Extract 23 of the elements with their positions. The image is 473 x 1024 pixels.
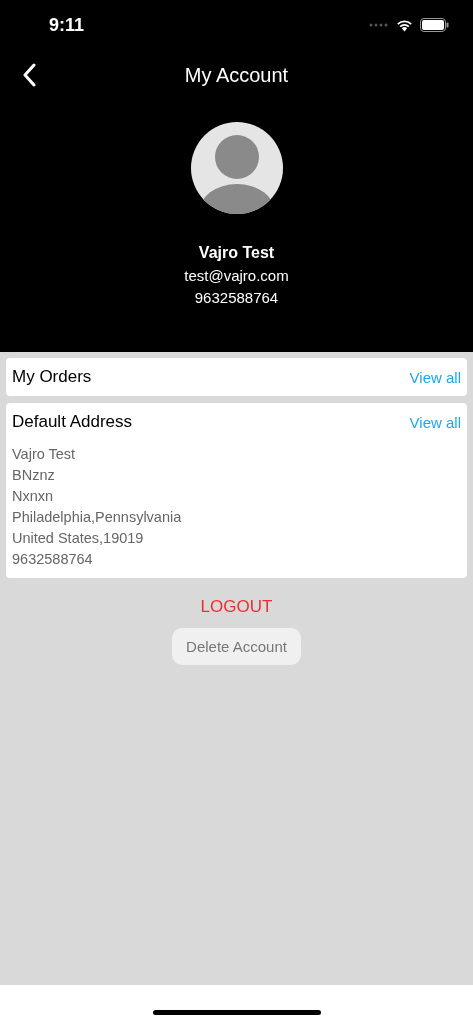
view-all-link[interactable]: View all bbox=[409, 368, 461, 386]
profile-phone: 9632588764 bbox=[194, 289, 279, 306]
address-line: Philadelphia,Pennsylvania bbox=[12, 508, 183, 527]
screen-title: My Account bbox=[184, 63, 289, 87]
section-title: My Orders bbox=[12, 367, 92, 387]
section-title: Default Address bbox=[12, 412, 132, 432]
delete-account-button[interactable]: Delete Account bbox=[172, 628, 301, 665]
status-time: 9:11 bbox=[49, 14, 85, 36]
battery-icon bbox=[420, 18, 449, 32]
chevron-left-icon bbox=[22, 63, 36, 87]
profile-email: test@vajro.com bbox=[184, 267, 289, 284]
address-line: Nxnxn bbox=[12, 487, 55, 506]
address-line: Vajro Test bbox=[12, 445, 77, 464]
address-line: United States,19019 bbox=[12, 529, 145, 548]
back-button[interactable] bbox=[22, 63, 36, 87]
view-all-link[interactable]: View all bbox=[409, 413, 461, 431]
avatar-icon bbox=[190, 122, 283, 214]
signal-icon bbox=[369, 23, 389, 27]
wifi-icon bbox=[396, 18, 413, 32]
profile-name: Vajro Test bbox=[198, 244, 275, 262]
address-line: 9632588764 bbox=[12, 550, 94, 569]
address-line: BNznz bbox=[12, 466, 56, 485]
logout-button[interactable]: LOGOUT bbox=[196, 593, 277, 621]
